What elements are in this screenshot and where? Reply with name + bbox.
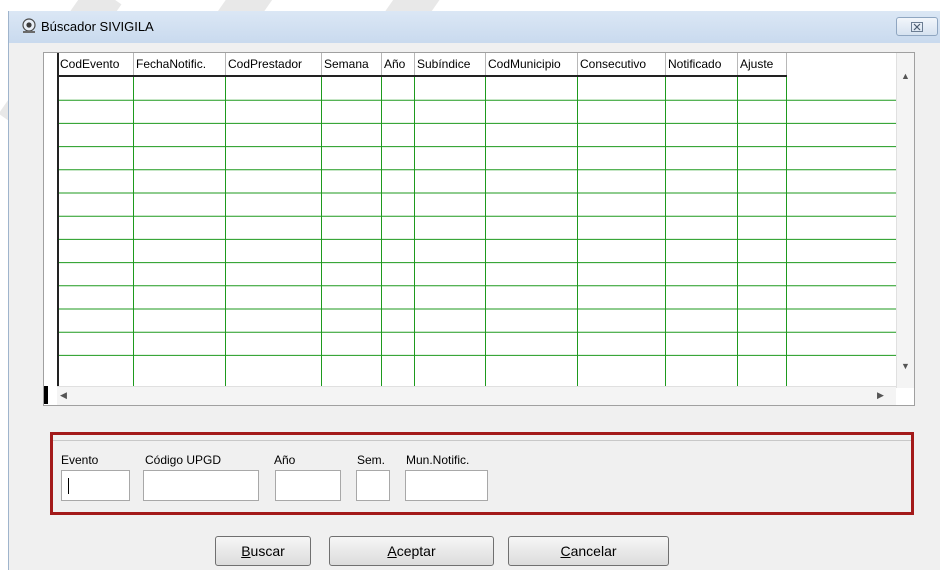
- vertical-scrollbar[interactable]: ▲ ▼: [896, 53, 914, 388]
- evento-label: Evento: [61, 453, 99, 467]
- column-header-anio[interactable]: Año: [382, 53, 415, 75]
- close-button[interactable]: [896, 17, 938, 36]
- title-bar: Búscador SIVIGILA: [9, 11, 940, 43]
- column-header-codevento[interactable]: CodEvento: [58, 53, 134, 75]
- anio-input[interactable]: [275, 470, 341, 501]
- scroll-down-icon[interactable]: ▼: [901, 361, 910, 371]
- search-filter-panel: Evento Código UPGD Año Sem. Mun.Notific.: [50, 432, 914, 515]
- grid-header: CodEvento FechaNotific. CodPrestador Sem…: [58, 53, 787, 77]
- cancelar-button[interactable]: Cancelar: [508, 536, 669, 566]
- aceptar-button[interactable]: Aceptar: [329, 536, 494, 566]
- filter-panel-divider: [53, 440, 911, 441]
- window-title: Búscador SIVIGILA: [41, 19, 154, 34]
- text-caret: [68, 478, 69, 494]
- mun-notific-label: Mun.Notific.: [406, 453, 470, 467]
- results-grid[interactable]: CodEvento FechaNotific. CodPrestador Sem…: [43, 52, 915, 406]
- column-header-consecutivo[interactable]: Consecutivo: [578, 53, 666, 75]
- scroll-up-icon[interactable]: ▲: [901, 71, 910, 81]
- semana-input[interactable]: [356, 470, 390, 501]
- codigo-upgd-input[interactable]: [143, 470, 259, 501]
- column-header-subindice[interactable]: Subíndice: [415, 53, 486, 75]
- column-header-ajuste[interactable]: Ajuste: [738, 53, 787, 75]
- column-header-semana[interactable]: Semana: [322, 53, 382, 75]
- anio-label: Año: [274, 453, 296, 467]
- sivigila-app-icon: [22, 18, 36, 33]
- row-indicator-column: [44, 53, 59, 405]
- current-row-marker: [44, 386, 48, 404]
- scroll-right-icon[interactable]: ▶: [877, 390, 884, 401]
- semana-label: Sem.: [357, 453, 386, 467]
- column-header-notificado[interactable]: Notificado: [666, 53, 738, 75]
- scroll-left-icon[interactable]: ◀: [60, 390, 67, 401]
- horizontal-scrollbar[interactable]: ◀ ▶: [57, 386, 896, 405]
- mun-notific-input[interactable]: [405, 470, 488, 501]
- column-header-codprestador[interactable]: CodPrestador: [226, 53, 322, 75]
- close-icon: [911, 21, 923, 32]
- evento-input[interactable]: [61, 470, 130, 501]
- codigo-upgd-label: Código UPGD: [145, 453, 222, 467]
- column-header-fechanotific[interactable]: FechaNotific.: [134, 53, 226, 75]
- grid-lines: [44, 77, 896, 386]
- column-header-codmunicipio[interactable]: CodMunicipio: [486, 53, 578, 75]
- buscar-button[interactable]: Buscar: [215, 536, 311, 566]
